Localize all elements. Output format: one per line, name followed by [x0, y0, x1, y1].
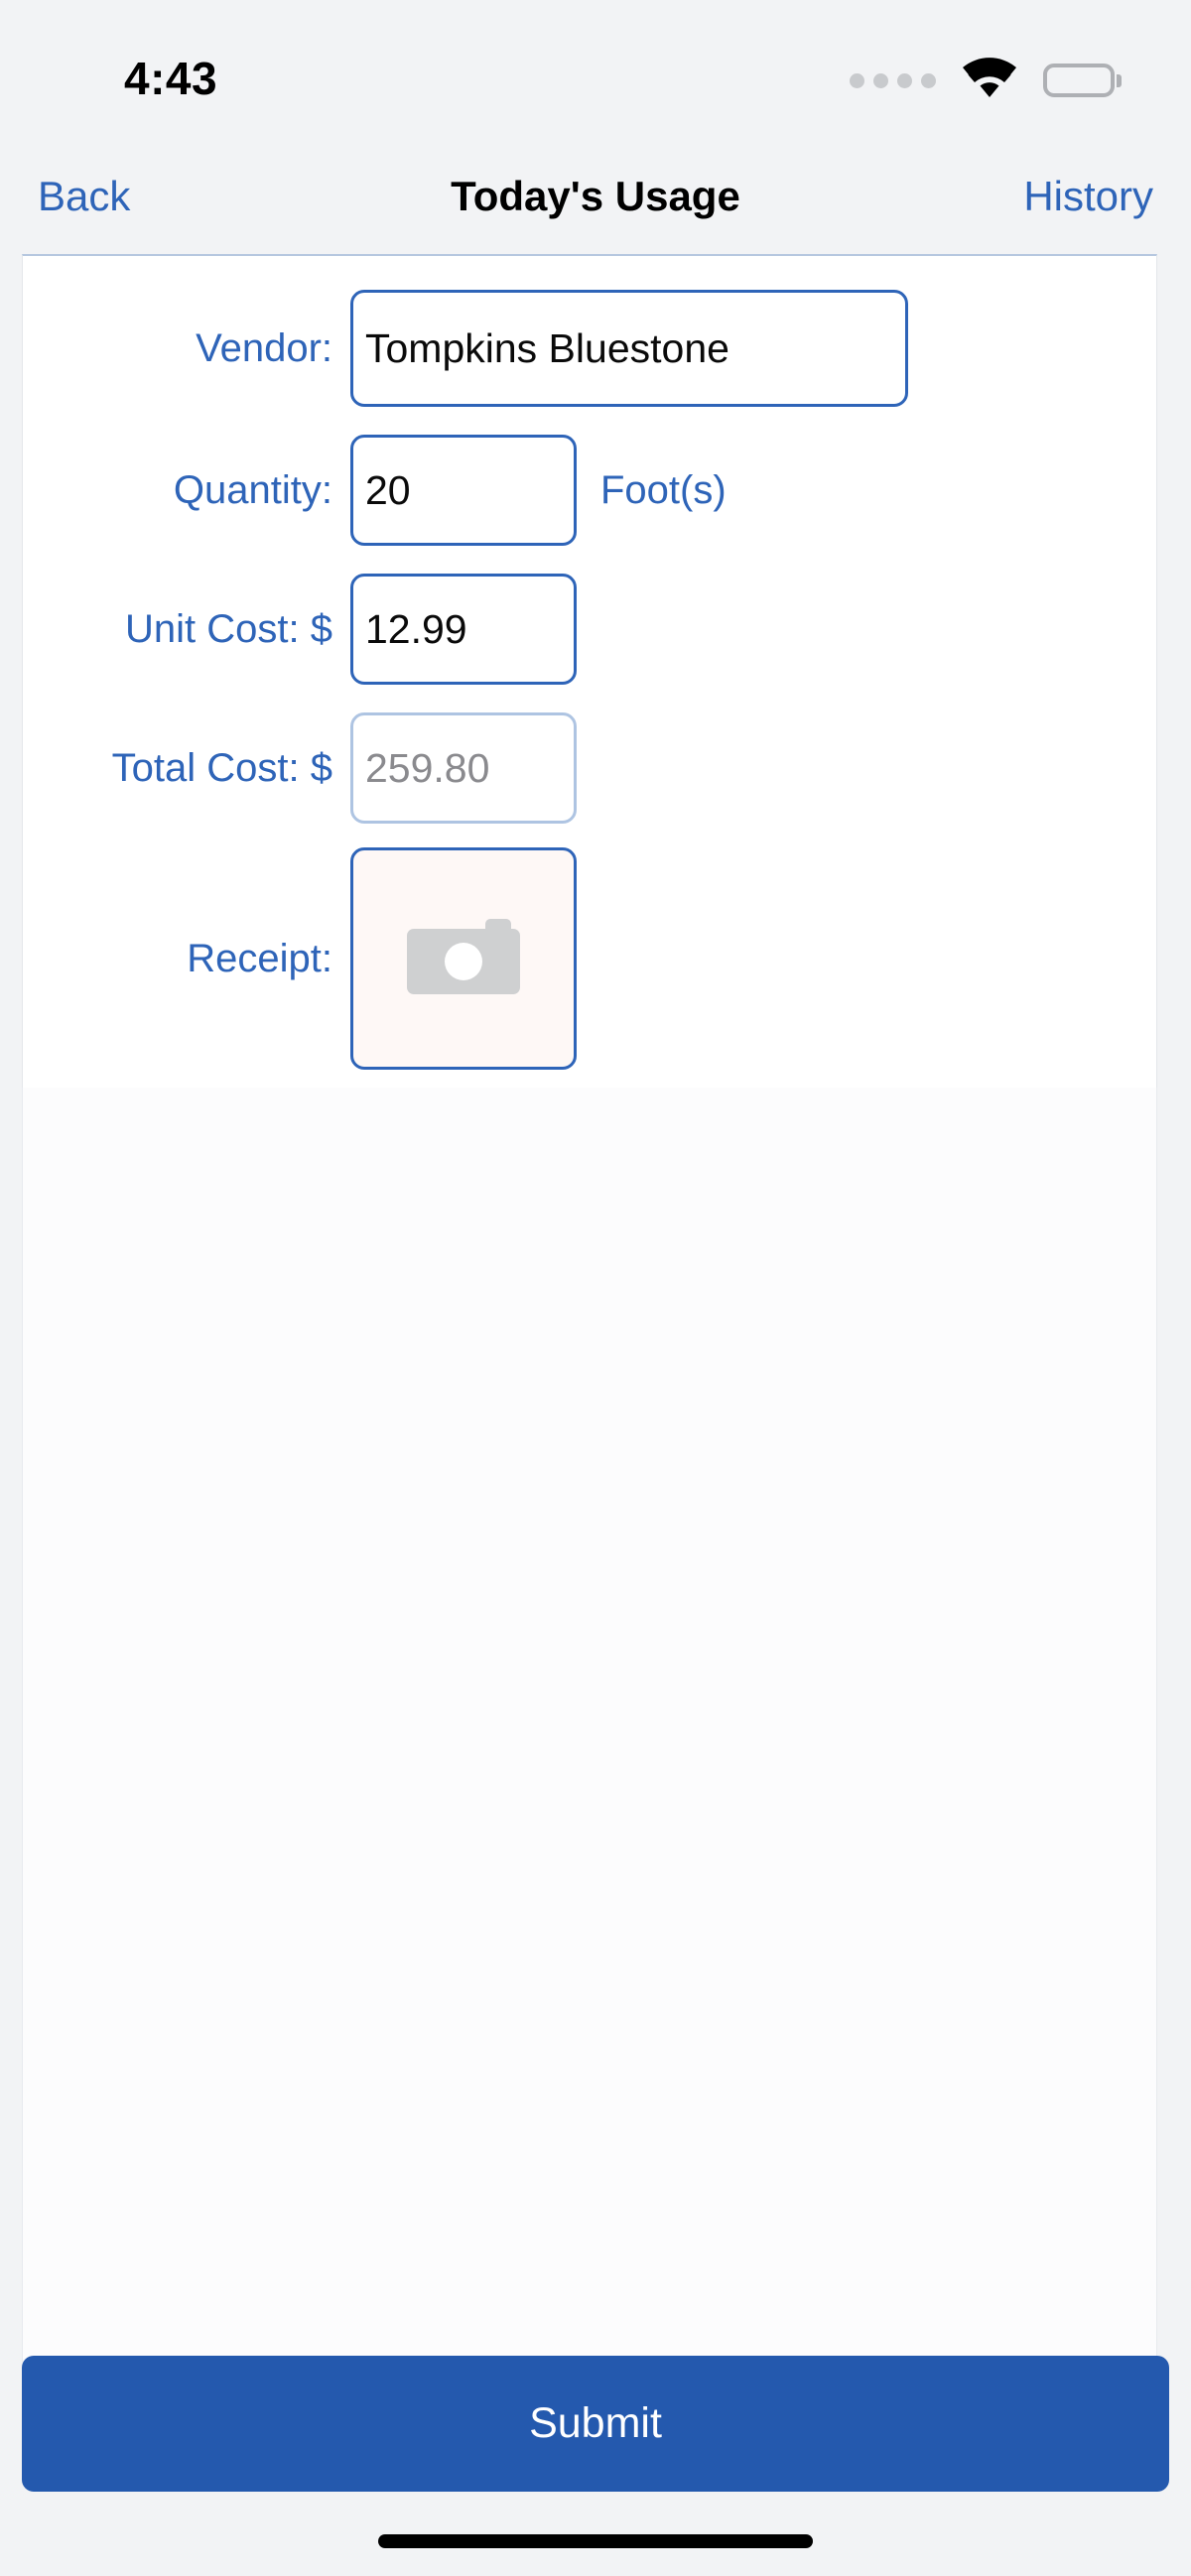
quantity-input[interactable]: [350, 435, 577, 546]
status-bar-time: 4:43: [124, 53, 218, 104]
quantity-row: Quantity: Foot(s): [23, 435, 1156, 546]
status-bar: 4:43: [0, 0, 1191, 139]
home-indicator[interactable]: [378, 2534, 813, 2548]
total-cost-input: [350, 712, 577, 824]
page-title: Today's Usage: [451, 172, 740, 219]
usage-form: Vendor: Quantity: Foot(s) Unit Cost: $ T…: [22, 254, 1157, 1107]
quantity-unit-label: Foot(s): [600, 467, 727, 512]
unit-cost-input[interactable]: [350, 574, 577, 685]
vendor-input[interactable]: [350, 290, 908, 407]
signal-dots-icon: [850, 72, 936, 88]
back-button[interactable]: Back: [38, 173, 130, 220]
camera-icon: [399, 907, 528, 1011]
receipt-label: Receipt:: [187, 936, 332, 980]
battery-full-icon: [1043, 64, 1122, 97]
content-panel: [22, 1088, 1157, 2362]
unit-cost-label: Unit Cost: $: [125, 606, 332, 651]
submit-button[interactable]: Submit: [22, 2356, 1169, 2492]
quantity-label: Quantity:: [173, 467, 332, 512]
vendor-row: Vendor:: [23, 290, 1156, 407]
unit-cost-row: Unit Cost: $: [23, 574, 1156, 685]
history-button[interactable]: History: [1023, 173, 1153, 220]
status-bar-indicators: [850, 57, 1122, 104]
total-cost-label: Total Cost: $: [111, 745, 332, 790]
navigation-bar: Back Today's Usage History: [0, 139, 1191, 253]
vendor-label: Vendor:: [196, 325, 332, 370]
wifi-icon: [962, 57, 1017, 104]
receipt-capture-button[interactable]: [350, 847, 577, 1070]
app-screen: 4:43 Back Today's Usage History Vendor: …: [0, 0, 1191, 2576]
receipt-row: Receipt:: [23, 847, 1156, 1070]
total-cost-row: Total Cost: $: [23, 712, 1156, 824]
